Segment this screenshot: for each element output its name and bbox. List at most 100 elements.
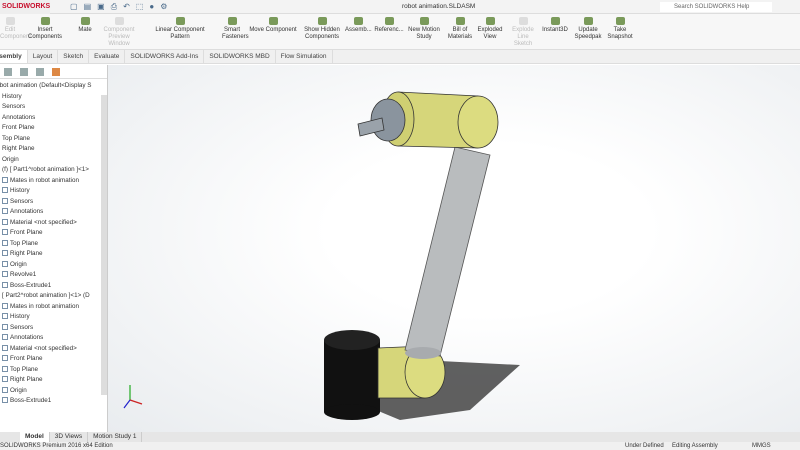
- new-icon[interactable]: ▢: [70, 2, 78, 12]
- toolbar-button-component-preview-window[interactable]: Component Preview Window: [98, 17, 140, 48]
- toolbar-button-take-snapshot[interactable]: Take Snapshot: [605, 17, 635, 41]
- bottom-tab-3d-views[interactable]: 3D Views: [50, 432, 89, 442]
- tree-item[interactable]: Material <not specified>: [0, 344, 107, 355]
- toolbar-button-mate[interactable]: Mate: [75, 17, 95, 34]
- rebuild-icon[interactable]: ●: [149, 2, 154, 12]
- toolbar-label: Insert Components: [27, 27, 63, 40]
- help-search-input[interactable]: Search SOLIDWORKS Help: [660, 2, 772, 12]
- tree-item[interactable]: robot animation (Default<Display S: [0, 81, 107, 92]
- tree-item[interactable]: History: [0, 92, 107, 103]
- tree-item[interactable]: History: [0, 312, 107, 323]
- tree-scrollbar[interactable]: [101, 95, 107, 395]
- tree-item[interactable]: Origin: [0, 155, 107, 166]
- graphics-viewport[interactable]: [108, 65, 800, 432]
- toolbar-button-show-hidden-components[interactable]: Show Hidden Components: [303, 17, 341, 41]
- toolbar-button-new-motion-study[interactable]: New Motion Study: [407, 17, 441, 41]
- feature-icon: [2, 344, 8, 351]
- feature-tree-tab-icon[interactable]: [4, 68, 12, 76]
- toolbar-button-assemb-[interactable]: Assemb...: [345, 17, 372, 34]
- toolbar-button-bill-of-materials[interactable]: Bill of Materials: [446, 17, 474, 41]
- toolbar-icon: [615, 17, 625, 25]
- display-tab-icon[interactable]: [52, 68, 60, 76]
- tree-item-label: Origin: [2, 155, 19, 163]
- tab-solidworks-add-ins[interactable]: SOLIDWORKS Add-Ins: [125, 50, 205, 63]
- print-icon[interactable]: ⎙: [111, 2, 117, 12]
- tree-item[interactable]: Sensors: [0, 197, 107, 208]
- tree-item-label: Right Plane: [10, 250, 43, 257]
- property-tab-icon[interactable]: [20, 68, 28, 76]
- tree-item[interactable]: Annotations: [0, 207, 107, 218]
- tree-item[interactable]: Top Plane: [0, 134, 107, 145]
- tree-item[interactable]: Right Plane: [0, 249, 107, 260]
- toolbar-icon: [317, 17, 327, 25]
- tree-item[interactable]: Origin: [0, 386, 107, 397]
- save-icon[interactable]: ▣: [97, 2, 105, 12]
- axis-triad-icon: [123, 385, 143, 409]
- tree-item[interactable]: [ Part2^robot animation ]<1> (D: [0, 291, 107, 302]
- tree-item[interactable]: Boss-Extrude1: [0, 396, 107, 407]
- toolbar-button-instant3d[interactable]: Instant3D: [540, 17, 570, 34]
- tree-item[interactable]: History: [0, 186, 107, 197]
- tree-item[interactable]: Annotations: [0, 113, 107, 124]
- tree-item[interactable]: Right Plane: [0, 144, 107, 155]
- toolbar-button-exploded-view[interactable]: Exploded View: [477, 17, 503, 41]
- tree-item-label: Origin: [10, 386, 27, 394]
- tab-sketch[interactable]: Sketch: [58, 50, 90, 63]
- select-icon[interactable]: ⬚: [136, 2, 144, 12]
- tree-item[interactable]: Top Plane: [0, 239, 107, 250]
- tree-item-label: History: [2, 92, 22, 100]
- tree-item[interactable]: Mates in robot animation: [0, 302, 107, 313]
- feature-icon: [2, 176, 8, 183]
- tree-item-label: History: [10, 313, 30, 320]
- options-icon[interactable]: ⚙: [160, 2, 167, 12]
- toolbar-button-linear-component-pattern[interactable]: Linear Component Pattern: [145, 17, 215, 41]
- tab-layout[interactable]: Layout: [28, 50, 59, 63]
- toolbar-icon: [80, 17, 90, 25]
- tree-item-label: History: [10, 187, 30, 194]
- toolbar-button-referenc-[interactable]: Referenc...: [373, 17, 405, 34]
- toolbar-button-update-speedpak[interactable]: Update Speedpak: [573, 17, 603, 41]
- tree-item[interactable]: Right Plane: [0, 375, 107, 386]
- tree-item[interactable]: Annotations: [0, 333, 107, 344]
- tree-item[interactable]: Front Plane: [0, 123, 107, 134]
- tree-item[interactable]: Origin: [0, 260, 107, 271]
- feature-icon: [2, 386, 8, 393]
- bottom-tab-motion-study-1[interactable]: Motion Study 1: [88, 432, 143, 442]
- toolbar-button-edit-component[interactable]: Edit Component: [0, 17, 31, 41]
- open-icon[interactable]: ▤: [84, 2, 92, 12]
- tab-flow-simulation[interactable]: Flow Simulation: [276, 50, 333, 63]
- tree-item[interactable]: Material <not specified>: [0, 218, 107, 229]
- tree-item-label: (f) [ Part1^robot animation ]<1>: [2, 166, 89, 173]
- units-selector[interactable]: MMGS: [752, 442, 771, 450]
- tree-item-label: Top Plane: [10, 239, 39, 247]
- config-tab-icon[interactable]: [36, 68, 44, 76]
- undo-icon[interactable]: ↶: [123, 2, 130, 12]
- tab-evaluate[interactable]: Evaluate: [89, 50, 126, 63]
- bottom-tab-model[interactable]: Model: [20, 432, 50, 442]
- tree-item[interactable]: Sensors: [0, 102, 107, 113]
- tree-item-label: Boss-Extrude1: [10, 281, 52, 289]
- solidworks-logo: SOLIDWORKS: [0, 0, 50, 14]
- edition-label: SOLIDWORKS Premium 2016 x64 Edition: [0, 443, 113, 449]
- tree-item[interactable]: Revolve1: [0, 270, 107, 281]
- tree-item[interactable]: Mates in robot animation: [0, 176, 107, 187]
- robot-model[interactable]: [108, 65, 800, 432]
- toolbar-icon: [583, 17, 593, 25]
- title-bar: SOLIDWORKS ▢ ▤ ▣ ⎙ ↶ ⬚ ● ⚙ robot animation.SLDA…: [0, 0, 800, 14]
- toolbar-button-move-component[interactable]: Move Component: [248, 17, 298, 34]
- toolbar-button-insert-components[interactable]: Insert Components: [20, 17, 70, 41]
- tree-item[interactable]: Top Plane: [0, 365, 107, 376]
- feature-icon: [2, 271, 8, 277]
- tab-solidworks-mbd[interactable]: SOLIDWORKS MBD: [204, 50, 276, 63]
- toolbar-icon: [5, 17, 15, 25]
- tree-item[interactable]: Front Plane: [0, 228, 107, 239]
- toolbar-label: Move Component: [249, 27, 297, 33]
- toolbar-button-explode-line-sketch[interactable]: Explode Line Sketch: [508, 17, 538, 48]
- editing-mode: Editing Assembly: [672, 443, 718, 449]
- tree-item[interactable]: Sensors: [0, 323, 107, 334]
- tree-item[interactable]: (f) [ Part1^robot animation ]<1>: [0, 165, 107, 176]
- toolbar-button-smart-fasteners[interactable]: Smart Fasteners: [222, 17, 249, 41]
- tree-item[interactable]: Front Plane: [0, 354, 107, 365]
- tab-assembly[interactable]: Assembly: [0, 50, 28, 63]
- tree-item[interactable]: Boss-Extrude1: [0, 281, 107, 292]
